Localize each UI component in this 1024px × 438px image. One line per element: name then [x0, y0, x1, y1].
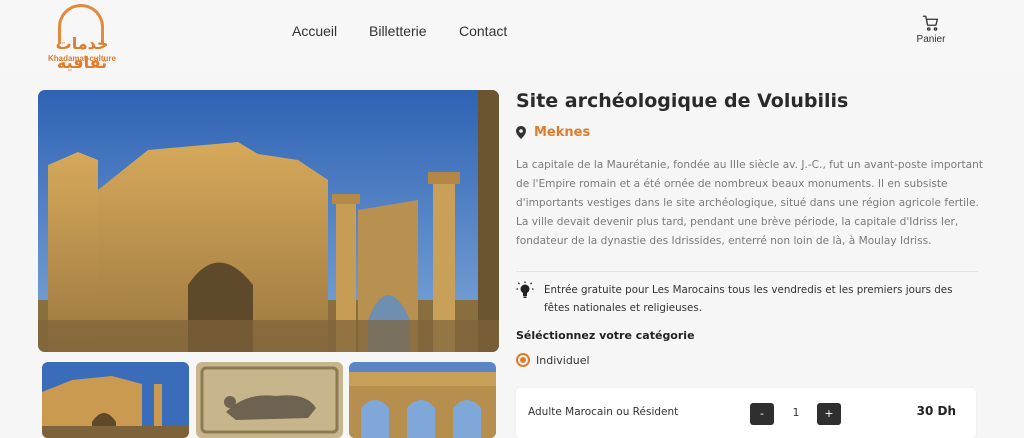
nav-contact[interactable]: Contact: [459, 23, 507, 39]
cart-label: Panier: [916, 34, 946, 45]
logo-latin-text: Khadamat-culture: [47, 54, 116, 63]
location: Meknes: [516, 125, 590, 140]
ticket-price: 30 Dh: [916, 404, 956, 418]
divider: [516, 271, 978, 272]
nav-tickets[interactable]: Billetterie: [369, 23, 427, 39]
location-pin-icon: [516, 126, 526, 139]
nav-home[interactable]: Accueil: [292, 23, 337, 39]
free-entry-note: Entrée gratuite pour Les Marocains tous …: [516, 281, 964, 317]
main-image[interactable]: [38, 90, 499, 352]
free-entry-text: Entrée gratuite pour Les Marocains tous …: [544, 284, 953, 314]
thumbnail-1[interactable]: [42, 362, 189, 438]
category-label: Séléctionnez votre catégorie: [516, 329, 695, 342]
site-title: Site archéologique de Volubilis: [516, 90, 849, 112]
location-city: Meknes: [534, 125, 591, 140]
header: خدمات ثقافية Khadamat-culture Accueil Bi…: [0, 0, 1024, 72]
lightbulb-icon: [516, 281, 534, 298]
thumbnail-3[interactable]: [349, 362, 496, 438]
logo-arabic-text: خدمات ثقافية: [55, 34, 109, 72]
logo[interactable]: خدمات ثقافية Khadamat-culture: [36, 4, 128, 72]
category-radio-individuel[interactable]: Individuel: [516, 353, 590, 367]
increase-quantity-button[interactable]: +: [817, 403, 841, 425]
cart-icon: [922, 15, 939, 31]
thumbnail-2[interactable]: [196, 362, 343, 438]
site-description: La capitale de la Maurétanie, fondée au …: [516, 159, 983, 247]
category-radio-label: Individuel: [536, 353, 590, 367]
ticket-row: Adulte Marocain ou Résident - 1 + 30 Dh: [516, 388, 976, 438]
quantity-value: 1: [792, 406, 800, 419]
radio-selected-icon[interactable]: [516, 353, 530, 367]
ticket-name: Adulte Marocain ou Résident: [528, 406, 679, 418]
cart-button[interactable]: Panier: [905, 14, 957, 45]
decrease-quantity-button[interactable]: -: [750, 403, 774, 425]
